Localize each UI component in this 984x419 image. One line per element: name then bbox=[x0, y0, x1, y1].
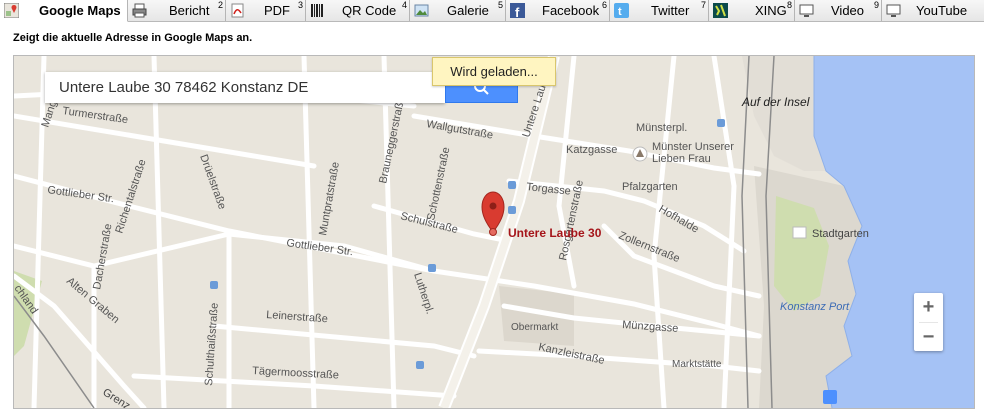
svg-text:t: t bbox=[618, 6, 622, 18]
monitor-icon bbox=[886, 3, 901, 18]
map-search-input[interactable]: Untere Laube 30 78462 Konstanz DE bbox=[45, 72, 445, 103]
tab-youtube[interactable]: YouTube bbox=[882, 0, 984, 21]
tab-twitter[interactable]: t Twitter 7 bbox=[610, 0, 709, 21]
tab-xing[interactable]: XING 8 bbox=[709, 0, 795, 21]
label-muenzgasse: Münzgasse bbox=[622, 319, 679, 335]
marker-label: Untere Laube 30 bbox=[508, 226, 602, 240]
tab-label: Google Maps bbox=[39, 3, 121, 18]
bus-stop-icon bbox=[428, 264, 436, 272]
tab-label: YouTube bbox=[916, 3, 968, 18]
tab-bar: Google Maps Bericht 2 PDF 3 QR Code 4 Ga… bbox=[0, 0, 984, 22]
tab-qr-code[interactable]: QR Code 4 bbox=[306, 0, 410, 21]
tab-bericht[interactable]: Bericht 2 bbox=[128, 0, 226, 21]
tab-label: Video bbox=[831, 3, 865, 18]
tab-label: XING bbox=[755, 3, 787, 18]
label-stadtgarten: Stadtgarten bbox=[812, 228, 869, 240]
tab-shortcut-number: 8 bbox=[786, 0, 792, 10]
zoom-in-button[interactable]: + bbox=[914, 293, 943, 322]
label-marktstaette: Marktstätte bbox=[672, 359, 722, 370]
facebook-icon: f bbox=[510, 3, 525, 20]
label-schulthaissstrasse: Schulthaißstraße bbox=[203, 302, 221, 386]
label-richentalstrasse: Richentalstraße bbox=[113, 158, 148, 235]
label-lutherpl: Lutherpl. bbox=[411, 271, 436, 315]
tab-shortcut-number: 4 bbox=[401, 0, 407, 10]
label-gottlieber-str: Gottlieber Str. bbox=[286, 237, 354, 258]
twitter-icon: t bbox=[614, 3, 629, 18]
bus-stop-icon bbox=[416, 361, 424, 369]
tab-label: Bericht bbox=[169, 3, 210, 18]
tab-label: Facebook bbox=[542, 3, 600, 18]
tab-description: Zeigt die aktuelle Adresse in Google Map… bbox=[13, 32, 253, 44]
label-obermarkt: Obermarkt bbox=[511, 322, 558, 333]
location-marker[interactable] bbox=[481, 191, 505, 236]
tab-label: PDF bbox=[264, 3, 290, 18]
bus-stop-icon bbox=[508, 206, 516, 214]
label-torgasse: Torgasse bbox=[526, 181, 572, 198]
map-canvas[interactable]: Auf der Insel Münsterpl. Münster Unserer… bbox=[14, 56, 974, 408]
tab-label: Twitter bbox=[651, 3, 690, 18]
tab-shortcut-number: 7 bbox=[700, 0, 706, 10]
xing-icon bbox=[713, 3, 728, 18]
label-schottenstrasse: Schottenstraße bbox=[425, 146, 452, 221]
map-labels: Auf der Insel Münsterpl. Münster Unserer… bbox=[14, 72, 869, 408]
tab-google-maps[interactable]: Google Maps bbox=[0, 0, 128, 22]
bus-stop-icon bbox=[717, 119, 725, 127]
label-muensterpl: Münsterpl. bbox=[636, 122, 687, 134]
tab-video[interactable]: Video 9 bbox=[795, 0, 882, 21]
tab-shortcut-number: 2 bbox=[217, 0, 223, 10]
tab-shortcut-number: 5 bbox=[497, 0, 503, 10]
bus-stop-icon bbox=[508, 181, 516, 189]
tab-facebook[interactable]: f Facebook 6 bbox=[506, 0, 610, 21]
label-drueelstrasse: Drüelstraße bbox=[197, 153, 228, 211]
label-pfalzgarten: Pfalzgarten bbox=[622, 181, 678, 193]
zoom-out-button[interactable]: − bbox=[914, 323, 943, 352]
qr-code-icon bbox=[310, 3, 325, 18]
map-view[interactable]: Auf der Insel Münsterpl. Münster Unserer… bbox=[13, 55, 975, 409]
label-dacherstrasse: Dacherstraße bbox=[91, 223, 114, 291]
hotel-icon bbox=[792, 226, 807, 239]
label-gottlieber-str: Gottlieber Str. bbox=[47, 184, 115, 205]
tab-shortcut-number: 6 bbox=[601, 0, 607, 10]
tab-shortcut-number: 3 bbox=[297, 0, 303, 10]
pdf-icon bbox=[230, 3, 245, 18]
gallery-icon bbox=[414, 3, 429, 18]
label-muenster: Münster Unserer bbox=[652, 141, 734, 153]
svg-text:f: f bbox=[515, 5, 520, 18]
label-lieben-frau: Lieben Frau bbox=[652, 153, 711, 165]
zoom-control: + − bbox=[914, 293, 943, 351]
island-area bbox=[742, 56, 826, 171]
monitor-icon bbox=[799, 3, 814, 18]
label-leinerstrasse: Leinerstraße bbox=[266, 309, 328, 325]
label-brauneggerstrasse: Brauneggerstraße bbox=[377, 95, 407, 184]
google-maps-icon bbox=[3, 2, 20, 19]
label-konstanz-port: Konstanz Port bbox=[780, 301, 850, 313]
ferry-icon bbox=[823, 390, 837, 404]
loading-tooltip: Wird geladen... bbox=[432, 57, 556, 86]
tab-pdf[interactable]: PDF 3 bbox=[226, 0, 306, 21]
bus-stop-icon bbox=[210, 281, 218, 289]
tab-galerie[interactable]: Galerie 5 bbox=[410, 0, 506, 21]
label-taegermoosstrasse: Tägermoosstraße bbox=[252, 365, 339, 382]
tab-label: QR Code bbox=[342, 3, 397, 18]
tab-shortcut-number: 9 bbox=[873, 0, 879, 10]
printer-icon bbox=[132, 3, 147, 18]
label-katzgasse: Katzgasse bbox=[566, 144, 617, 156]
label-auf-der-insel: Auf der Insel bbox=[741, 95, 810, 109]
label-turmerstrasse: Turmerstraße bbox=[62, 105, 129, 126]
tab-label: Galerie bbox=[447, 3, 489, 18]
label-muntpratstrasse: Muntpratstraße bbox=[317, 161, 342, 237]
